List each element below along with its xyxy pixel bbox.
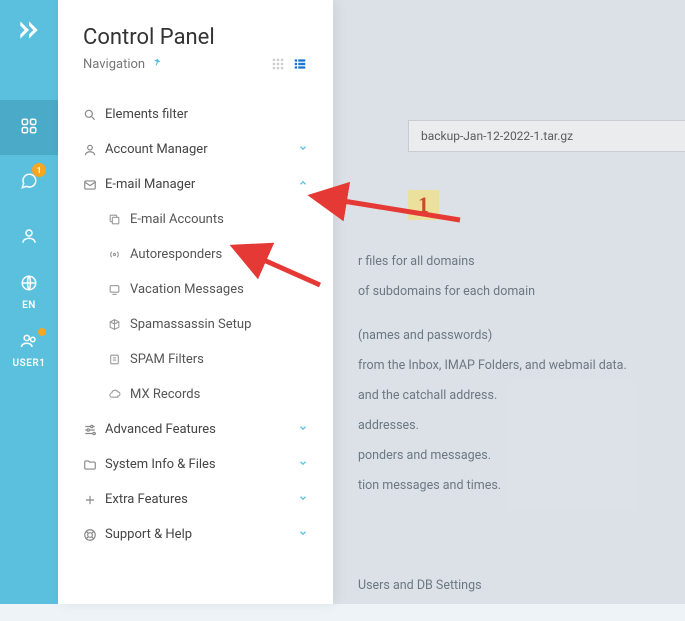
nav-label: Extra Features — [105, 492, 188, 507]
message-icon — [108, 283, 130, 296]
nav-menu: Elements filter Account Manager E-mail M… — [58, 87, 333, 562]
chevron-down-icon — [298, 528, 308, 541]
info-line: tion messages and times. — [358, 471, 665, 501]
nav-label: Elements filter — [105, 107, 188, 122]
nav-support-help[interactable]: Support & Help — [58, 517, 333, 552]
nav-sub-label: Spamassassin Setup — [130, 317, 251, 332]
notification-dot-icon — [36, 326, 48, 338]
person-icon — [83, 143, 105, 157]
leftbar-profile[interactable] — [0, 210, 58, 265]
nav-account-manager[interactable]: Account Manager — [58, 132, 333, 167]
info-line: (names and passwords) — [358, 321, 665, 351]
navigation-panel: Control Panel Navigation E — [58, 0, 333, 604]
nav-sub-label: MX Records — [130, 387, 200, 402]
grid-icon — [20, 117, 38, 139]
leftbar-messages[interactable]: 1 — [0, 155, 58, 210]
info-line: ponders and messages. — [358, 441, 665, 471]
leftbar-dashboard[interactable] — [0, 100, 58, 155]
chevron-down-icon — [298, 143, 308, 156]
leftbar-language[interactable]: EN — [0, 265, 58, 320]
info-text-block: r files for all domains of subdomains fo… — [358, 247, 665, 601]
nav-elements-filter[interactable]: Elements filter — [58, 97, 333, 132]
chevron-down-icon — [298, 458, 308, 471]
user-label: USER1 — [13, 358, 46, 369]
user-icon — [20, 227, 38, 249]
pin-icon[interactable] — [151, 57, 162, 71]
plus-icon — [83, 493, 105, 507]
nav-label: Advanced Features — [105, 422, 216, 437]
backup-file-field[interactable]: backup-Jan-12-2022-1.tar.gz — [408, 120, 685, 152]
broadcast-icon — [108, 248, 130, 261]
nav-sub-label: E-mail Accounts — [130, 212, 224, 227]
nav-autoresponders[interactable]: Autoresponders — [58, 237, 333, 272]
panel-title: Control Panel — [83, 25, 308, 50]
nav-vacation-messages[interactable]: Vacation Messages — [58, 272, 333, 307]
filter-icon — [108, 353, 130, 366]
nav-label: Support & Help — [105, 527, 192, 542]
nav-spam-filters[interactable]: SPAM Filters — [58, 342, 333, 377]
users-icon — [20, 332, 38, 354]
nav-advanced-features[interactable]: Advanced Features — [58, 412, 333, 447]
nav-sub-label: Autoresponders — [130, 247, 222, 262]
view-grid-icon[interactable] — [270, 56, 286, 72]
mail-icon — [83, 178, 105, 192]
copy-icon — [108, 213, 130, 226]
nav-label: Account Manager — [105, 142, 208, 157]
nav-mx-records[interactable]: MX Records — [58, 377, 333, 412]
nav-extra-features[interactable]: Extra Features — [58, 482, 333, 517]
search-icon — [83, 108, 105, 122]
chat-badge: 1 — [32, 163, 46, 177]
nav-sub-label: SPAM Filters — [130, 352, 204, 367]
nav-email-accounts[interactable]: E-mail Accounts — [58, 202, 333, 237]
info-line: of subdomains for each domain — [358, 277, 665, 307]
leftbar-user[interactable]: USER1 — [0, 320, 58, 380]
panel-subtitle: Navigation — [83, 57, 145, 72]
folder-icon — [83, 458, 105, 472]
nav-label: System Info & Files — [105, 457, 216, 472]
cube-icon — [108, 318, 130, 331]
nav-label: E-mail Manager — [105, 177, 195, 192]
info-line: r files for all domains — [358, 247, 665, 277]
view-list-icon[interactable] — [292, 56, 308, 72]
lifebuoy-icon — [83, 528, 105, 542]
nav-sub-label: Vacation Messages — [130, 282, 244, 297]
info-line: and the catchall address. — [358, 381, 665, 411]
left-icon-bar: 1 EN USER1 — [0, 0, 58, 604]
logo-icon — [0, 0, 58, 60]
nav-system-info[interactable]: System Info & Files — [58, 447, 333, 482]
language-label: EN — [22, 300, 36, 311]
cloud-icon — [108, 388, 130, 401]
info-line: from the Inbox, IMAP Folders, and webmai… — [358, 351, 665, 381]
chevron-down-icon — [298, 423, 308, 436]
annotation-number-1: 1 — [408, 190, 439, 220]
nav-email-manager[interactable]: E-mail Manager — [58, 167, 333, 202]
info-line: Users and DB Settings — [358, 571, 665, 601]
chevron-down-icon — [298, 493, 308, 506]
globe-icon — [20, 274, 38, 296]
chevron-up-icon — [298, 178, 308, 191]
nav-spamassassin[interactable]: Spamassassin Setup — [58, 307, 333, 342]
sliders-icon — [83, 423, 105, 437]
info-line: addresses. — [358, 411, 665, 441]
